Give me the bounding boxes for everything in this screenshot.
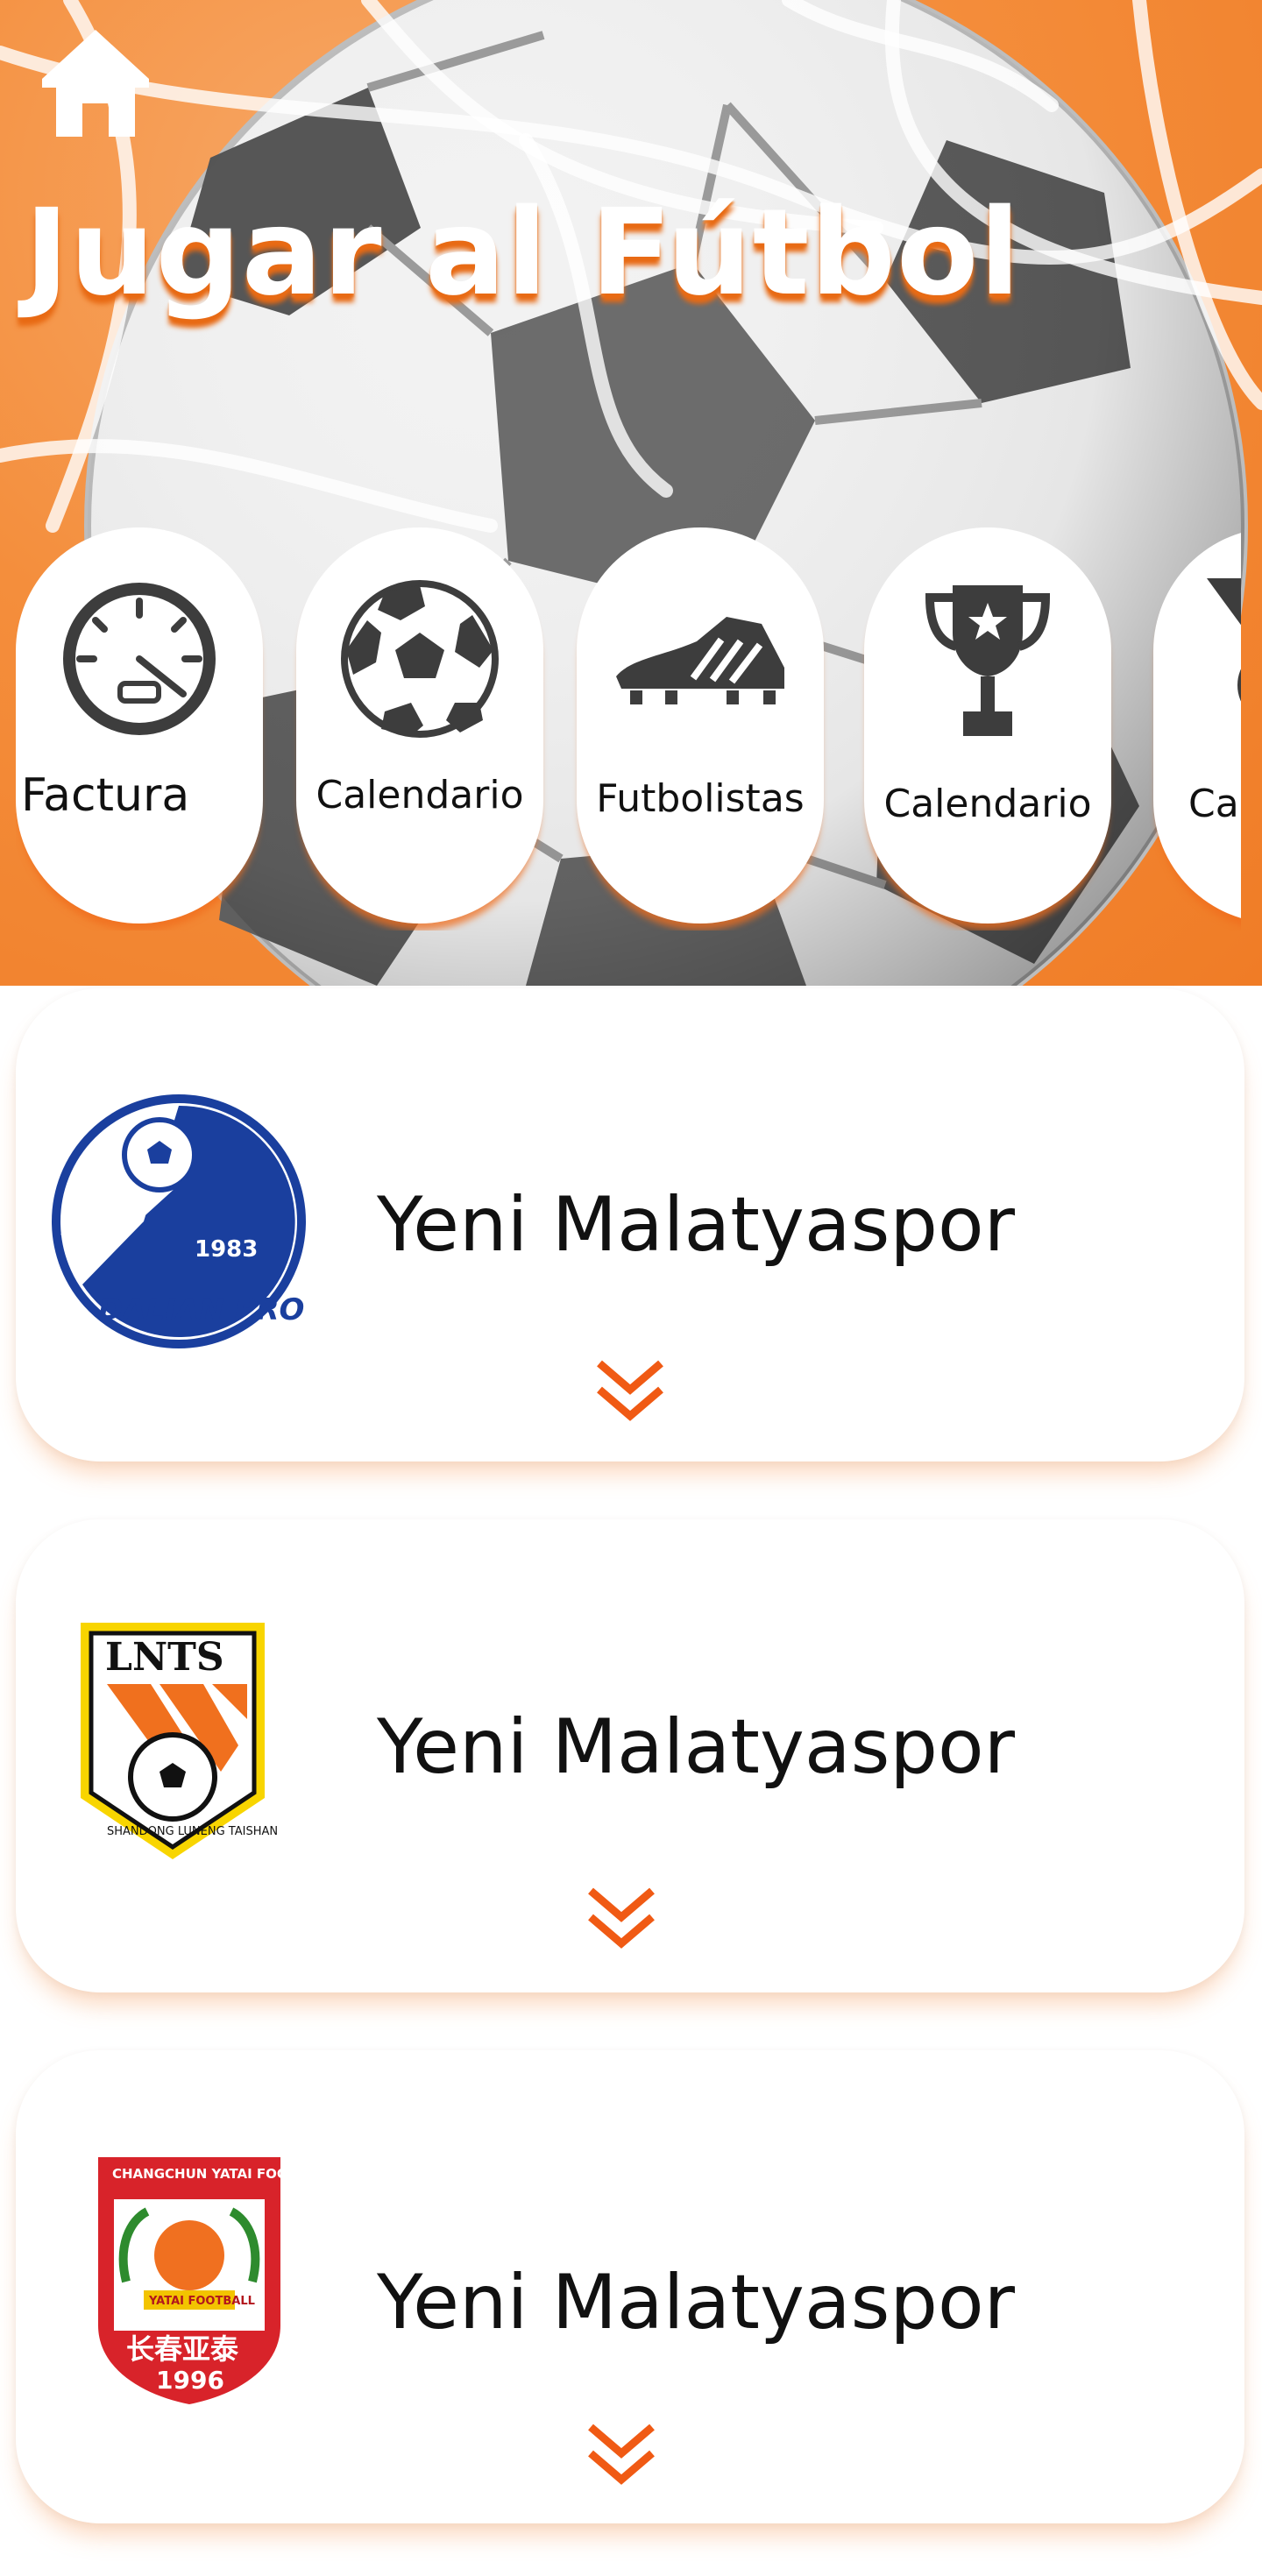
category-partial[interactable]: Ca [1153,527,1241,924]
category-calendario[interactable]: Calendario [296,527,543,924]
team-card[interactable]: CHANGCHUN YATAI FOOTBALL CLUB YATAI FOOT… [16,2050,1244,2523]
speedometer-icon [63,583,216,735]
home-icon[interactable] [40,26,151,140]
logo-banner: YATAI FOOTBALL [148,2295,255,2308]
soccer-ball-icon [341,580,499,738]
chevron-down-icon[interactable] [582,1884,661,1954]
category-carousel[interactable]: Factura Calendario Futbolistas Calendari… [16,527,1241,931]
chevron-down-icon[interactable] [591,1356,670,1426]
category-label: Calendario [883,782,1092,826]
team-name: Yeni Malatyaspor [377,2259,1015,2346]
changchun-yatai-logo: CHANGCHUN YATAI FOOTBALL CLUB YATAI FOOT… [98,2157,323,2404]
team-name: Yeni Malatyaspor [377,1181,1015,1269]
chevron-down-icon[interactable] [582,2420,661,2490]
logo-text: LNTS [105,1635,224,1680]
trophy-icon [925,585,1051,736]
team-card[interactable]: LNTS SHANDONG LUNENG TAISHAN Yeni Malaty… [16,1519,1244,1992]
logo-year: 1983 [195,1236,258,1263]
category-label: Calendario [316,773,524,817]
football-boot-icon [616,617,784,704]
category-label: Ca [1188,782,1239,826]
category-label: Futbolistas [596,776,805,821]
dalian-pro-logo: 1983 DALIAN PRO [52,1094,306,1348]
logo-year: 1996 [156,2366,224,2395]
logo-text: CHANGCHUN YATAI FOOTBALL CLUB [112,2166,323,2182]
shandong-taishan-logo: LNTS SHANDONG LUNENG TAISHAN [81,1623,278,1859]
team-name: Yeni Malatyaspor [377,1703,1015,1791]
logo-subtext: SHANDONG LUNENG TAISHAN [107,1825,278,1838]
category-calendario-trophy[interactable]: Calendario [864,527,1111,924]
hero-banner: Jugar al Fútbol Factura Calendario Futbo… [0,0,1262,986]
logo-text: DALIAN PRO [98,1292,304,1327]
logo-chinese: 长春亚泰 [126,2332,239,2366]
category-futbolistas[interactable]: Futbolistas [577,527,824,924]
medal-icon [1207,578,1241,702]
category-label: Factura [21,769,190,822]
team-card[interactable]: 1983 DALIAN PRO Yeni Malatyaspor [16,988,1244,1461]
category-factura[interactable]: Factura [16,527,263,924]
page-title: Jugar al Fútbol [25,184,1022,322]
